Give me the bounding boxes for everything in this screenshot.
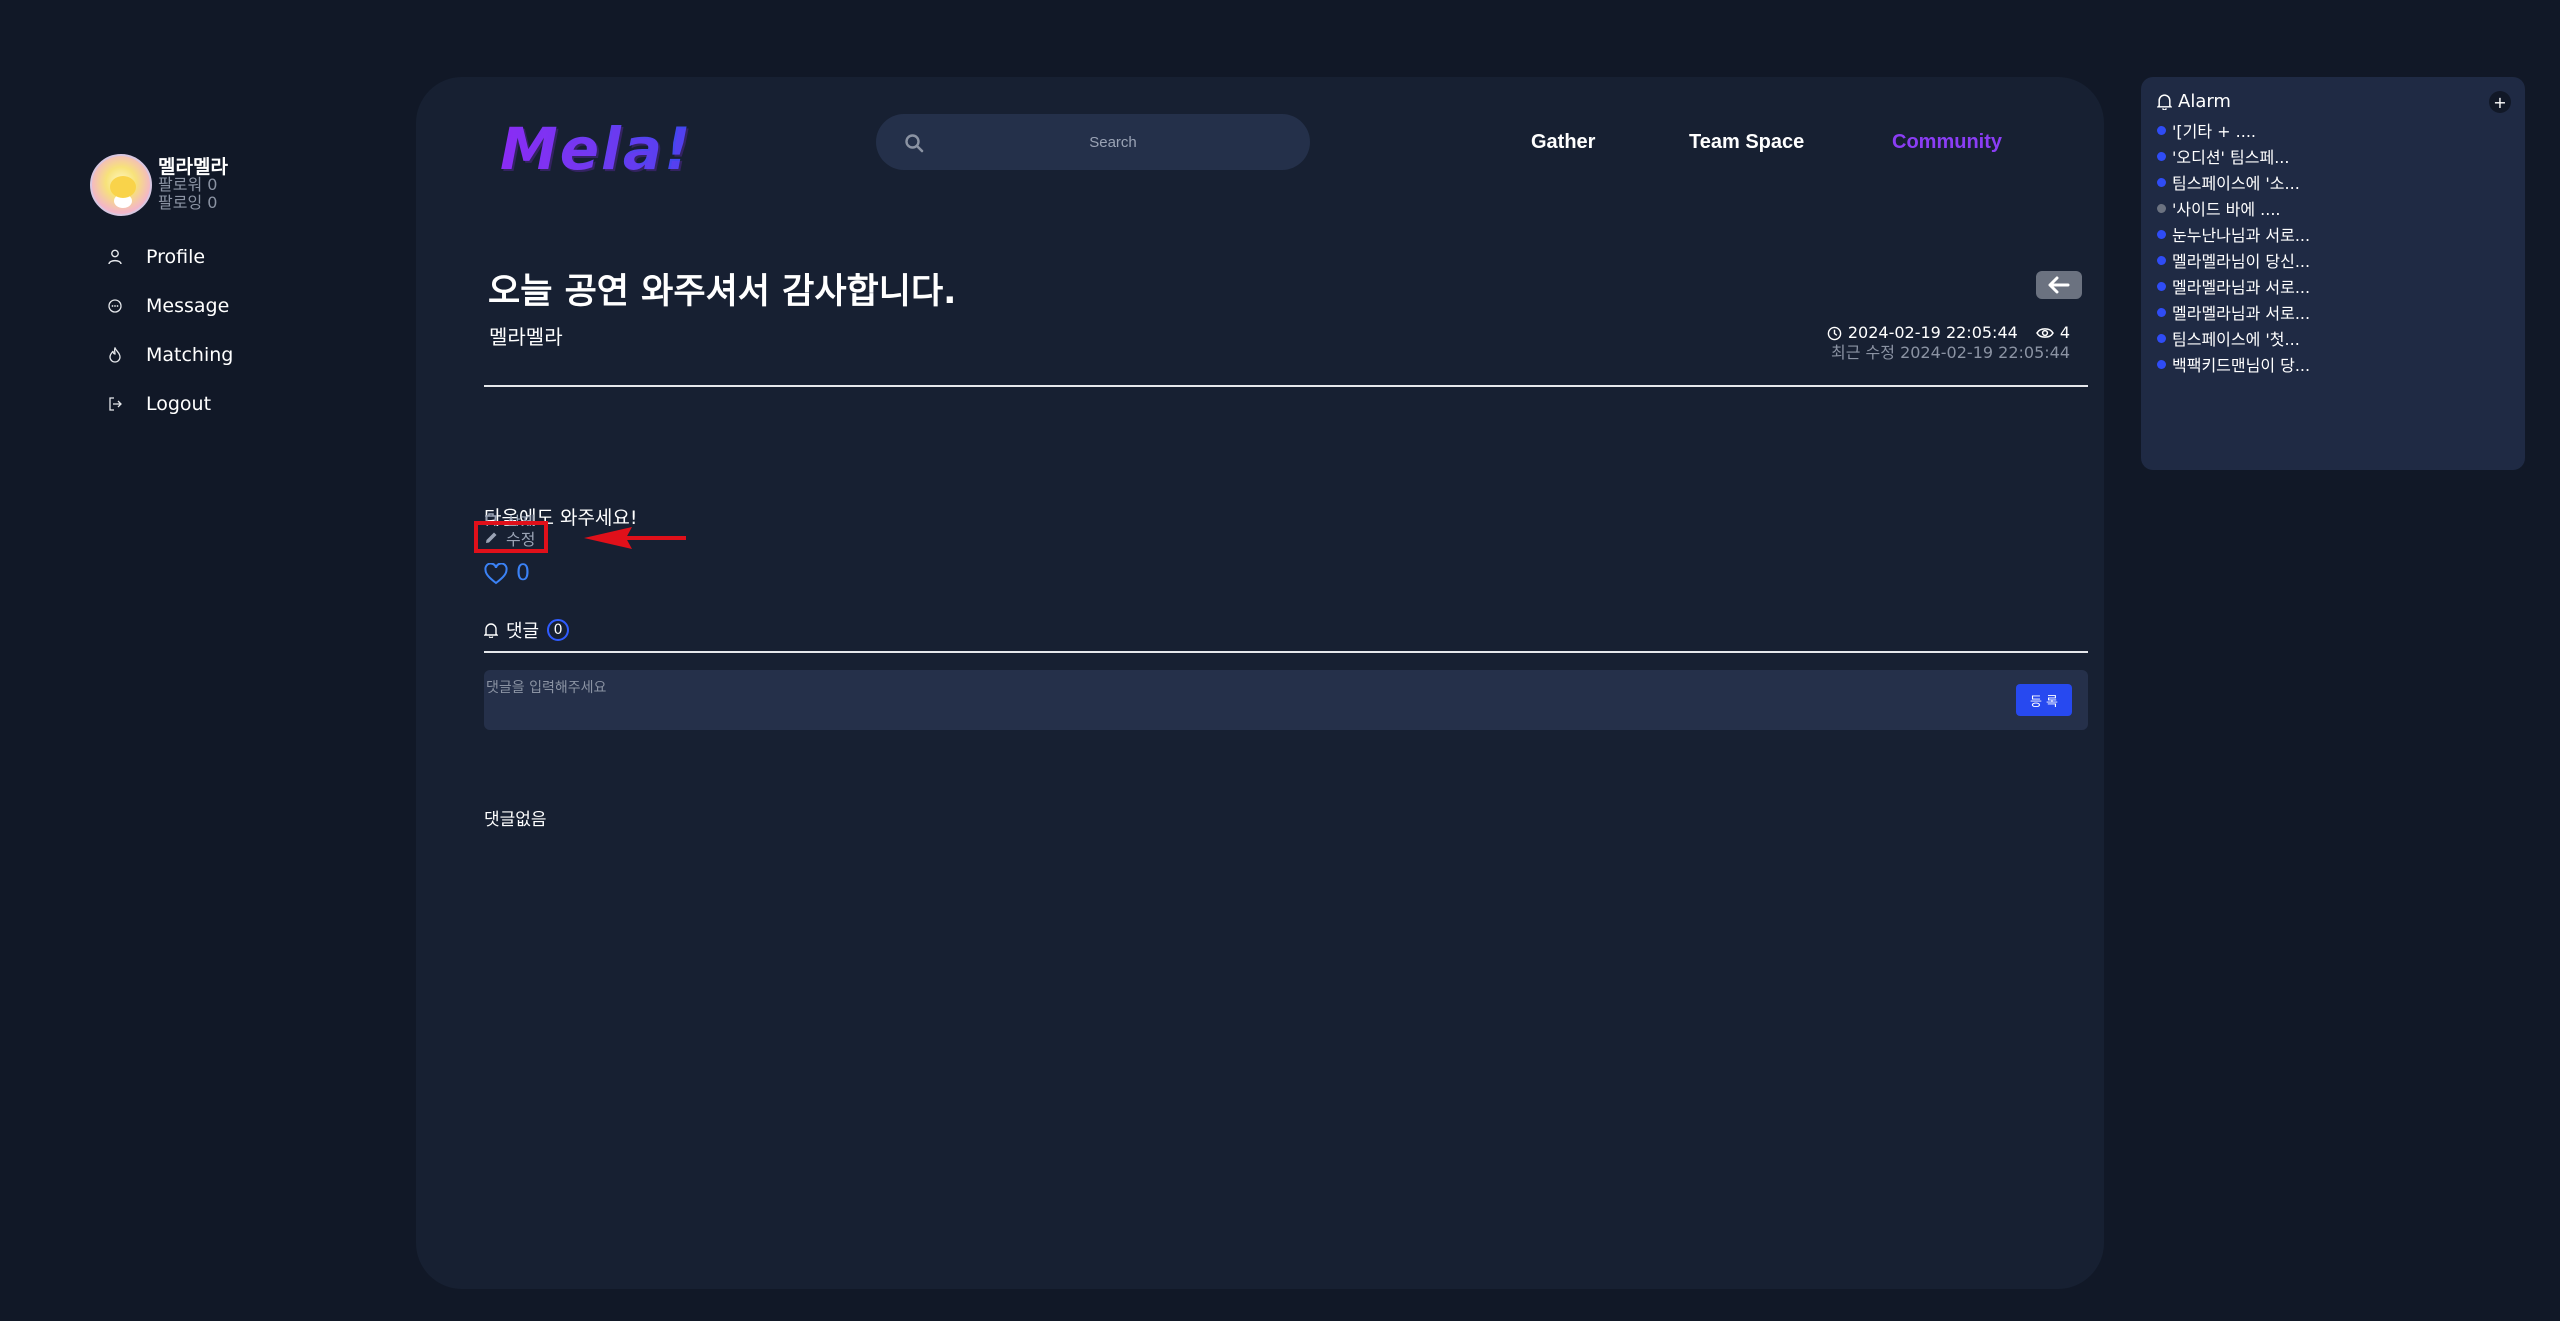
- eye-icon: [2035, 328, 2054, 338]
- unread-dot-icon: [2157, 359, 2166, 369]
- like-count: 0: [516, 561, 530, 586]
- alarm-item-text: '[기타 + ....: [2172, 122, 2257, 141]
- user-icon: [106, 248, 124, 266]
- logout-icon: [106, 395, 124, 413]
- fire-icon: [106, 346, 124, 364]
- alarm-item-text: 멜라멜라님과 서로...: [2172, 304, 2311, 323]
- unread-dot-icon: [2157, 333, 2166, 343]
- sidebar-item-logout[interactable]: Logout: [90, 379, 390, 428]
- alarm-item[interactable]: 백팩키드맨님이 당...: [2157, 351, 2310, 377]
- sidebar-item-label: Message: [146, 294, 230, 317]
- heart-icon: [484, 562, 508, 584]
- highlight-box: [474, 521, 548, 553]
- comments-label: 댓글: [506, 621, 540, 642]
- views-count: 4: [2059, 323, 2070, 342]
- message-icon: [106, 297, 124, 315]
- alarm-item[interactable]: 멜라멜라님이 당신...: [2157, 247, 2310, 273]
- alarm-item-text: 백팩키드맨님이 당...: [2172, 356, 2311, 375]
- alarm-title: Alarm: [2178, 91, 2231, 112]
- alarm-item-text: '오디션' 팀스페...: [2172, 148, 2290, 167]
- alarm-header: Alarm: [2157, 91, 2231, 112]
- followers-count[interactable]: 팔로워 0: [158, 176, 228, 194]
- alarm-item[interactable]: 멜라멜라님과 서로...: [2157, 273, 2310, 299]
- alarm-item[interactable]: 멜라멜라님과 서로...: [2157, 299, 2310, 325]
- nav-community[interactable]: Community: [1892, 131, 2002, 154]
- alarm-item[interactable]: '오디션' 팀스페...: [2157, 143, 2310, 169]
- alarm-panel: Alarm + '[기타 + .... '오디션' 팀스페... 팀스페이스에 …: [2141, 77, 2525, 470]
- alarm-item[interactable]: 팀스페이스에 '소...: [2157, 169, 2310, 195]
- sidebar-item-matching[interactable]: Matching: [90, 330, 390, 379]
- comments-header: 댓글 0: [484, 617, 570, 643]
- back-button[interactable]: [2036, 271, 2082, 299]
- comment-input[interactable]: [486, 678, 1926, 698]
- comments-divider: [484, 651, 2088, 653]
- arrow-left-icon: [2048, 276, 2070, 294]
- unread-dot-icon: [2157, 177, 2166, 187]
- no-comments-text: 댓글없음: [484, 810, 547, 830]
- unread-dot-icon: [2157, 255, 2166, 265]
- bell-icon: [2157, 94, 2172, 110]
- logo[interactable]: Mela!: [500, 115, 693, 183]
- nav-gather[interactable]: Gather: [1531, 131, 1595, 154]
- alarm-list: '[기타 + .... '오디션' 팀스페... 팀스페이스에 '소... '사…: [2157, 117, 2310, 377]
- alarm-item[interactable]: 팀스페이스에 '첫...: [2157, 325, 2310, 351]
- sidebar-item-label: Matching: [146, 343, 234, 366]
- alarm-item[interactable]: 눈누난나님과 서로...: [2157, 221, 2310, 247]
- search-bar[interactable]: [876, 114, 1310, 170]
- alarm-item[interactable]: '사이드 바에 ....: [2157, 195, 2310, 221]
- sidebar-item-label: Logout: [146, 392, 212, 415]
- post-meta: 2024-02-19 22:05:44 4 최근 수정 2024-02-19 2…: [1827, 323, 2070, 363]
- sidebar-item-message[interactable]: Message: [90, 281, 390, 330]
- arrow-left-annotation-icon: [584, 527, 686, 549]
- search-input[interactable]: [876, 114, 1310, 170]
- post-views: 4: [2035, 323, 2070, 343]
- main-panel: Mela! Gather Team Space Community 오늘 공연 …: [416, 77, 2104, 1289]
- title-divider: [484, 385, 2088, 387]
- clock-icon: [1827, 326, 1842, 340]
- alarm-item-text: 멜라멜라님이 당신...: [2172, 252, 2311, 271]
- unread-dot-icon: [2157, 307, 2166, 317]
- alarm-item-text: 팀스페이스에 '첫...: [2172, 330, 2300, 349]
- submit-comment-button[interactable]: 등 록: [2016, 684, 2072, 716]
- post-edited-date: 최근 수정 2024-02-19 22:05:44: [1831, 343, 2070, 362]
- post-created-date: 2024-02-19 22:05:44: [1847, 323, 2018, 342]
- unread-dot-icon: [2157, 125, 2166, 135]
- sidebar-item-label: Profile: [146, 245, 206, 268]
- post-title: 오늘 공연 와주셔서 감사합니다.: [488, 272, 957, 312]
- comment-form: 등 록: [484, 670, 2088, 730]
- avatar[interactable]: [90, 154, 152, 216]
- following-count[interactable]: 팔로잉 0: [158, 194, 228, 212]
- comment-count-badge: 0: [547, 619, 570, 641]
- post-meta-row: 2024-02-19 22:05:44 4: [1827, 323, 2070, 343]
- like-button[interactable]: 0: [484, 561, 530, 586]
- unread-dot-icon: [2157, 229, 2166, 239]
- bell-icon: [484, 623, 498, 638]
- sidebar-nav: Profile Message Matching Logout: [90, 232, 390, 428]
- alarm-item-text: 팀스페이스에 '소...: [2172, 174, 2300, 193]
- user-card: 멜라멜라 팔로워 0 팔로잉 0: [90, 152, 390, 218]
- left-sidebar: 멜라멜라 팔로워 0 팔로잉 0 Profile Message Matchin…: [90, 152, 390, 428]
- alarm-item-text: 눈누난나님과 서로...: [2172, 226, 2311, 245]
- alarm-item[interactable]: '[기타 + ....: [2157, 117, 2310, 143]
- search-icon[interactable]: [904, 133, 924, 153]
- nav-team-space[interactable]: Team Space: [1689, 131, 1804, 154]
- read-dot-icon: [2157, 203, 2166, 213]
- unread-dot-icon: [2157, 151, 2166, 161]
- user-name[interactable]: 멜라멜라: [158, 158, 228, 177]
- alarm-item-text: '사이드 바에 ....: [2172, 200, 2281, 219]
- post-author[interactable]: 멜라멜라: [489, 321, 563, 350]
- user-meta: 멜라멜라 팔로워 0 팔로잉 0: [158, 158, 228, 212]
- alarm-item-text: 멜라멜라님과 서로...: [2172, 278, 2311, 297]
- alarm-add-button[interactable]: +: [2489, 91, 2511, 113]
- sidebar-item-profile[interactable]: Profile: [90, 232, 390, 281]
- unread-dot-icon: [2157, 281, 2166, 291]
